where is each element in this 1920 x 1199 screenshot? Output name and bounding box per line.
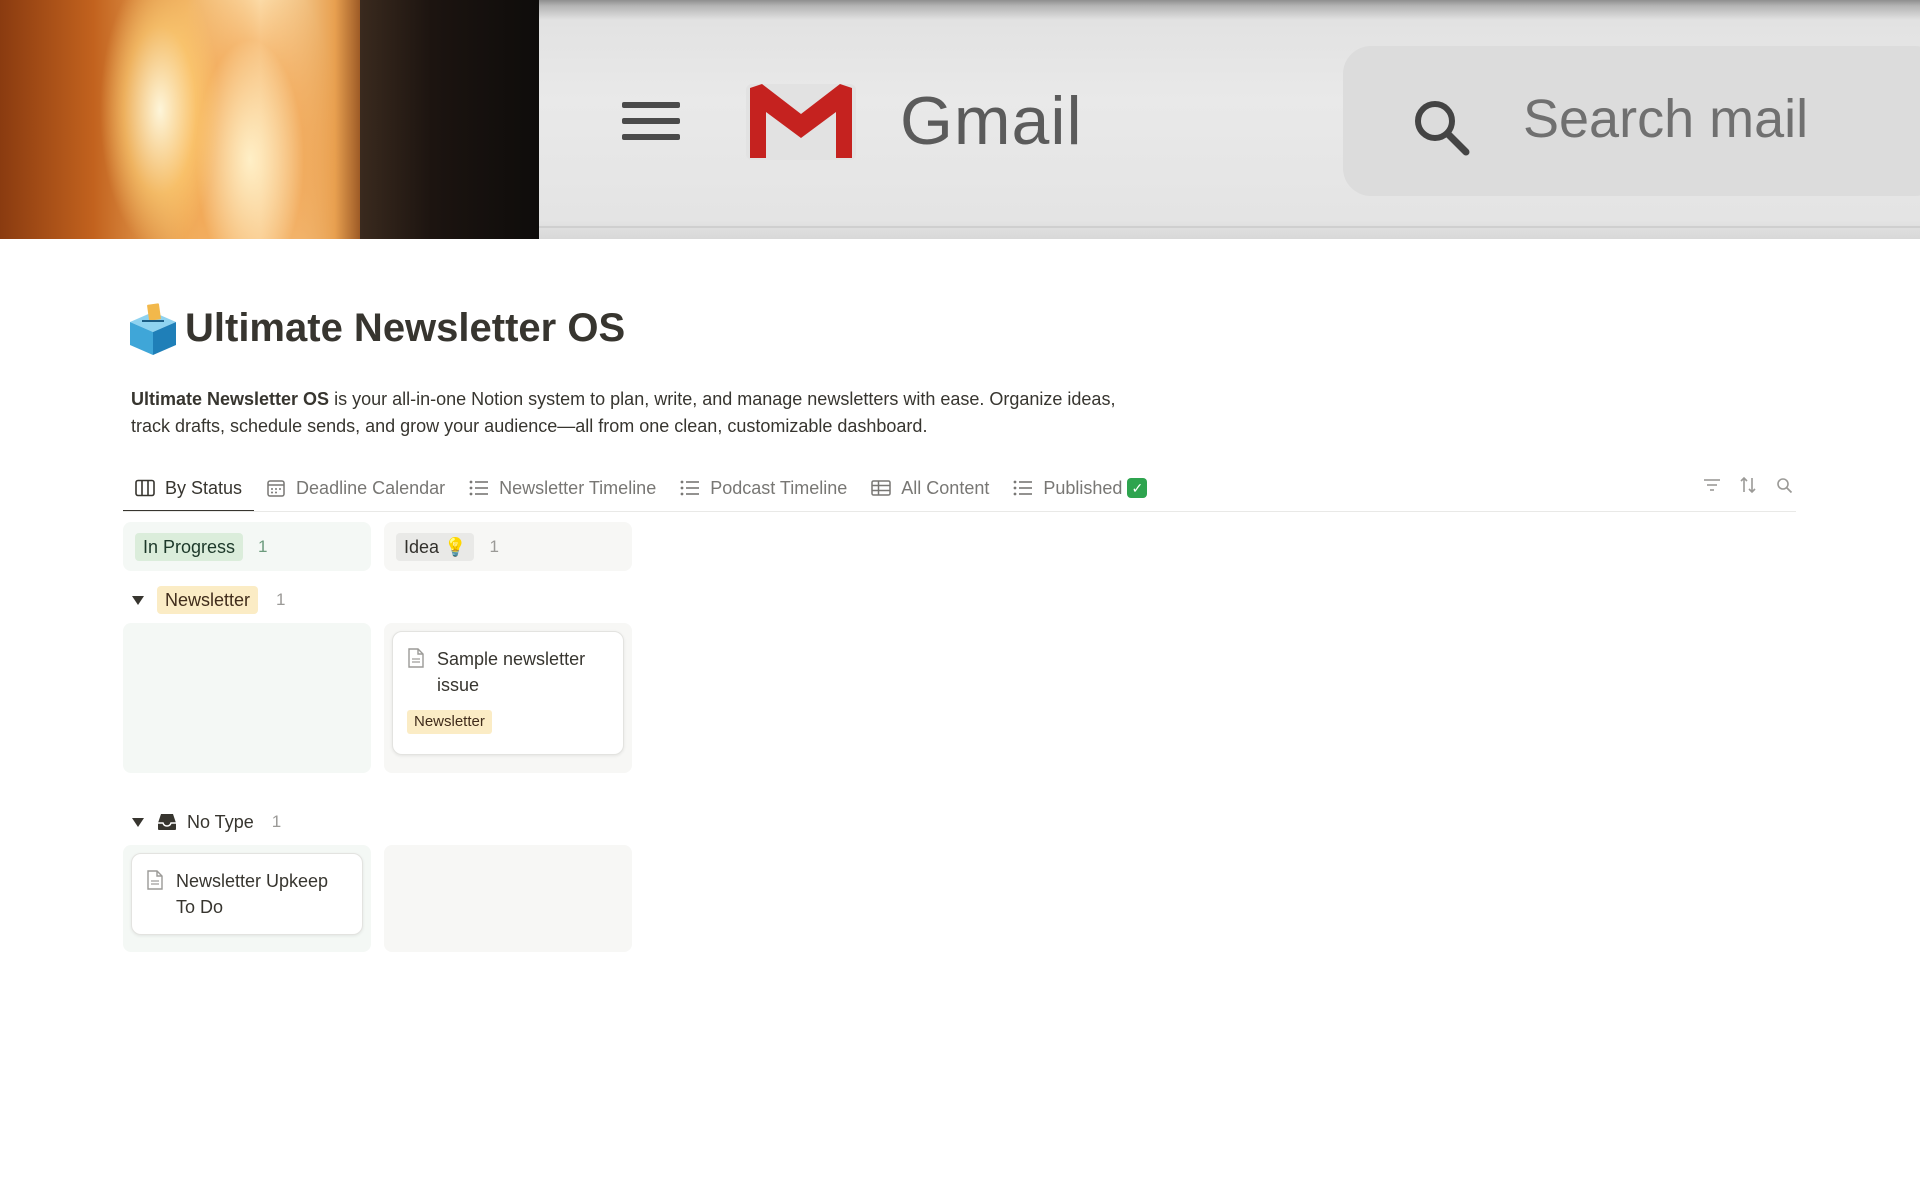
view-toolbar xyxy=(1700,473,1796,497)
caret-down-icon[interactable] xyxy=(131,593,145,607)
board-cell-idea xyxy=(384,845,632,952)
search-icon[interactable] xyxy=(1772,473,1796,497)
cover-divider xyxy=(539,226,1920,228)
cover-search-icon xyxy=(1415,101,1470,156)
cover-monitor-frame xyxy=(360,0,540,239)
column-header-idea[interactable]: Idea 💡 1 xyxy=(384,522,632,571)
page-doc-icon xyxy=(408,648,424,668)
sort-icon[interactable] xyxy=(1736,473,1760,497)
view-tabs: By Status Deadline Calendar Newsletter T… xyxy=(123,467,1159,512)
cover-search-placeholder: Search mail xyxy=(1523,89,1809,149)
card-title: Newsletter Upkeep To Do xyxy=(176,871,329,917)
tab-newsletter-timeline[interactable]: Newsletter Timeline xyxy=(457,467,668,509)
card-sample-newsletter[interactable]: Sample newsletter issue Newsletter xyxy=(392,631,624,755)
table-icon xyxy=(871,478,892,498)
filter-icon[interactable] xyxy=(1700,473,1724,497)
cover-image: Gmail Search mail xyxy=(0,0,1920,239)
tab-podcast-timeline[interactable]: Podcast Timeline xyxy=(668,467,859,509)
caret-down-icon[interactable] xyxy=(131,815,145,829)
group-count: 1 xyxy=(276,590,286,609)
calendar-icon xyxy=(266,478,286,498)
tab-all-content[interactable]: All Content xyxy=(859,467,1001,509)
check-mark-icon: ✓ xyxy=(1127,478,1148,498)
page-doc-icon xyxy=(147,870,163,890)
card-newsletter-upkeep[interactable]: Newsletter Upkeep To Do xyxy=(131,853,363,935)
card-title: Sample newsletter issue xyxy=(437,649,586,695)
tab-label: All Content xyxy=(901,477,990,498)
tabs-divider xyxy=(123,511,1796,512)
cover-gmail-logo-icon xyxy=(746,84,856,160)
page-title: Ultimate Newsletter OS xyxy=(185,306,626,350)
board-icon xyxy=(135,478,155,498)
tab-label: Published xyxy=(1043,477,1123,498)
tab-by-status[interactable]: By Status xyxy=(123,467,255,512)
description-bold: Ultimate Newsletter OS xyxy=(131,389,330,409)
group-header-no-type[interactable]: No Type 1 xyxy=(131,808,281,836)
column-count: 1 xyxy=(489,536,499,556)
ballot-box-icon[interactable] xyxy=(128,302,178,356)
tab-published[interactable]: Published ✓ xyxy=(1001,467,1159,509)
group-label: No Type xyxy=(187,811,254,832)
tab-label: Newsletter Timeline xyxy=(499,477,657,498)
tab-label: Podcast Timeline xyxy=(710,477,848,498)
cover-gmail-wordmark: Gmail xyxy=(900,83,1083,159)
tab-label: By Status xyxy=(165,477,243,498)
group-count: 1 xyxy=(271,812,282,831)
type-pill: Newsletter xyxy=(157,586,259,614)
cover-fire-photo xyxy=(0,0,372,239)
card-type-tag: Newsletter xyxy=(407,710,492,734)
status-pill: Idea 💡 xyxy=(396,532,475,561)
list-icon xyxy=(1013,478,1033,498)
list-icon xyxy=(469,478,489,498)
page-description: Ultimate Newsletter OS is your all-in-on… xyxy=(131,386,1131,440)
inbox-icon xyxy=(158,814,176,830)
cover-hamburger-icon xyxy=(622,102,680,140)
board-cell-in-progress xyxy=(123,623,371,773)
status-pill: In Progress xyxy=(135,532,244,561)
tab-label: Deadline Calendar xyxy=(296,477,446,498)
column-header-in-progress[interactable]: In Progress 1 xyxy=(123,522,371,571)
group-header-newsletter[interactable]: Newsletter 1 xyxy=(131,586,286,614)
list-icon xyxy=(680,478,700,498)
column-count: 1 xyxy=(258,536,268,556)
tab-deadline-calendar[interactable]: Deadline Calendar xyxy=(254,467,457,509)
